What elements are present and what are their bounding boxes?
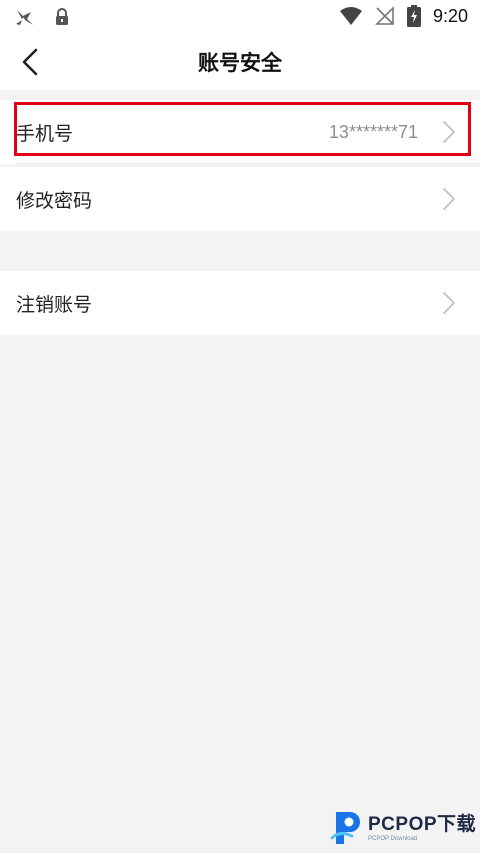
phone-number-label: 手机号 xyxy=(16,123,74,145)
status-left-icons xyxy=(14,6,70,28)
change-password-label: 修改密码 xyxy=(16,190,93,212)
watermark-text: PCPOP下载 PCPOP Download xyxy=(368,815,476,842)
chevron-right-icon xyxy=(443,292,455,314)
change-password-row[interactable]: 修改密码 xyxy=(0,167,480,231)
battery-charging-icon xyxy=(406,5,421,27)
status-time: 9:20 xyxy=(432,5,468,26)
hummingbird-app-icon xyxy=(16,10,33,25)
phone-number-row[interactable]: 手机号 13*******71 xyxy=(0,100,480,164)
deactivate-account-row[interactable]: 注销账号 xyxy=(0,271,480,335)
section-gap xyxy=(0,90,480,100)
chevron-right-icon xyxy=(443,121,455,143)
chevron-right-icon xyxy=(443,188,455,210)
deactivate-account-label: 注销账号 xyxy=(16,294,93,316)
nav-bar: 账号安全 xyxy=(0,34,480,90)
row-divider xyxy=(16,163,480,164)
wifi-icon xyxy=(339,7,362,25)
page-title: 账号安全 xyxy=(198,51,282,75)
pcpop-logo-icon xyxy=(330,812,360,844)
status-bar: 9:20 xyxy=(0,0,480,34)
no-signal-icon xyxy=(375,6,394,25)
lock-icon xyxy=(56,8,68,25)
watermark-main-text: PCPOP下载 xyxy=(368,813,477,835)
phone-number-value: 13*******71 xyxy=(328,122,418,142)
watermark-sub-text: PCPOP Download xyxy=(368,835,418,842)
status-right-icons: 9:20 xyxy=(339,5,468,27)
watermark: PCPOP下载 PCPOP Download xyxy=(330,808,476,848)
